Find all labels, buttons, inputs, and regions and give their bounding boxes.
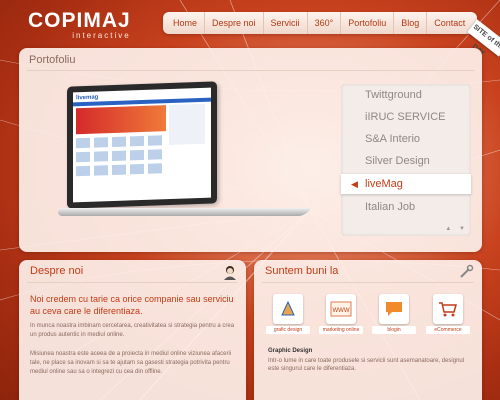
- portfolio-item-label: liveMag: [365, 178, 403, 190]
- brand-tagline: interactive: [72, 31, 131, 40]
- divider: [262, 282, 474, 283]
- laptop-screen: livemag: [67, 81, 217, 209]
- service-ecommerce[interactable]: eCommerce: [426, 294, 470, 334]
- scroll-down-icon[interactable]: ▼: [459, 226, 465, 232]
- preview-sidebar: [169, 103, 205, 146]
- service-marketing-online[interactable]: WWW marketing online: [319, 294, 363, 334]
- portfolio-list: Twittground iIRUC SERVICE S&A Interio Si…: [341, 84, 471, 236]
- preview-row: [76, 135, 166, 149]
- nav-despre-noi[interactable]: Despre noi: [205, 12, 264, 34]
- preview-logo: livemag: [76, 94, 99, 102]
- brand-logo[interactable]: COPIMAJ interactive: [28, 9, 131, 41]
- despre-noi-title: Despre noi: [30, 265, 84, 277]
- services-row: grafic design WWW marketing online blogi…: [266, 294, 474, 338]
- speech-bubble-icon: [379, 294, 409, 324]
- preview-row: [76, 149, 166, 163]
- pen-tool-icon: [273, 294, 303, 324]
- suntem-buni-la-panel: Suntem buni la grafic design WWW marketi…: [254, 260, 482, 400]
- despre-paragraph: Misiunea noastra este aceea de a proiect…: [30, 351, 232, 375]
- service-label: blogin: [372, 326, 416, 334]
- preview-row: [76, 163, 166, 177]
- portfolio-item-sa-interio[interactable]: S&A Interio: [341, 128, 471, 150]
- nav-360[interactable]: 360°: [308, 12, 342, 34]
- portfolio-item-livemag[interactable]: ◀ liveMag: [341, 174, 471, 194]
- laptop-preview[interactable]: livemag: [49, 81, 312, 264]
- portfolio-item-iiruc-service[interactable]: iIRUC SERVICE: [341, 106, 471, 128]
- portfolio-title: Portofoliu: [29, 54, 76, 66]
- person-avatar-icon: [224, 266, 236, 280]
- list-scroll-controls: ▲ ▼: [439, 226, 465, 232]
- service-label: marketing online: [319, 326, 363, 334]
- tools-icon: [460, 264, 474, 278]
- suntem-title: Suntem buni la: [265, 265, 339, 277]
- brand-name: COPIMAJ: [28, 9, 131, 32]
- nav-servicii[interactable]: Servicii: [264, 12, 308, 34]
- www-icon: WWW: [326, 294, 356, 324]
- portfolio-item-twittground[interactable]: Twittground: [341, 84, 471, 106]
- despre-paragraph: In munca noastra imbinam cercetarea, cre…: [30, 323, 235, 338]
- service-grafic-design[interactable]: grafic design: [266, 294, 310, 334]
- nav-contact[interactable]: Contact: [427, 12, 472, 34]
- main-nav: Home Despre noi Servicii 360° Portofoliu…: [163, 12, 477, 34]
- despre-lead: Noi credem cu tarie ca orice companie sa…: [30, 294, 234, 316]
- chevron-left-icon: ◀: [351, 179, 358, 189]
- shopping-cart-icon: [433, 294, 463, 324]
- laptop-base: [54, 208, 312, 216]
- portfolio-item-silver-design[interactable]: Silver Design: [341, 150, 471, 172]
- svg-text:WWW: WWW: [333, 308, 350, 314]
- service-detail-text: Intr-o lume in care toate produsele si s…: [268, 358, 465, 372]
- service-label: eCommerce: [426, 326, 470, 334]
- divider: [27, 282, 238, 283]
- portfolio-item-italian-job[interactable]: Italian Job: [341, 196, 471, 218]
- preview-hero: [76, 105, 166, 135]
- service-detail-title: Graphic Design: [268, 348, 313, 354]
- portfolio-panel: Portofoliu livemag Twittground iIRUC SER…: [19, 48, 482, 252]
- scroll-up-icon[interactable]: ▲: [445, 226, 451, 232]
- divider: [27, 70, 474, 71]
- nav-blog[interactable]: Blog: [394, 12, 428, 34]
- nav-home[interactable]: Home: [163, 12, 206, 34]
- site-screenshot: livemag: [73, 87, 211, 203]
- despre-noi-panel: Despre noi Noi credem cu tarie ca orice …: [19, 260, 246, 400]
- nav-portofoliu[interactable]: Portofoliu: [341, 12, 395, 34]
- service-label: grafic design: [266, 326, 310, 334]
- service-blogin[interactable]: blogin: [372, 294, 416, 334]
